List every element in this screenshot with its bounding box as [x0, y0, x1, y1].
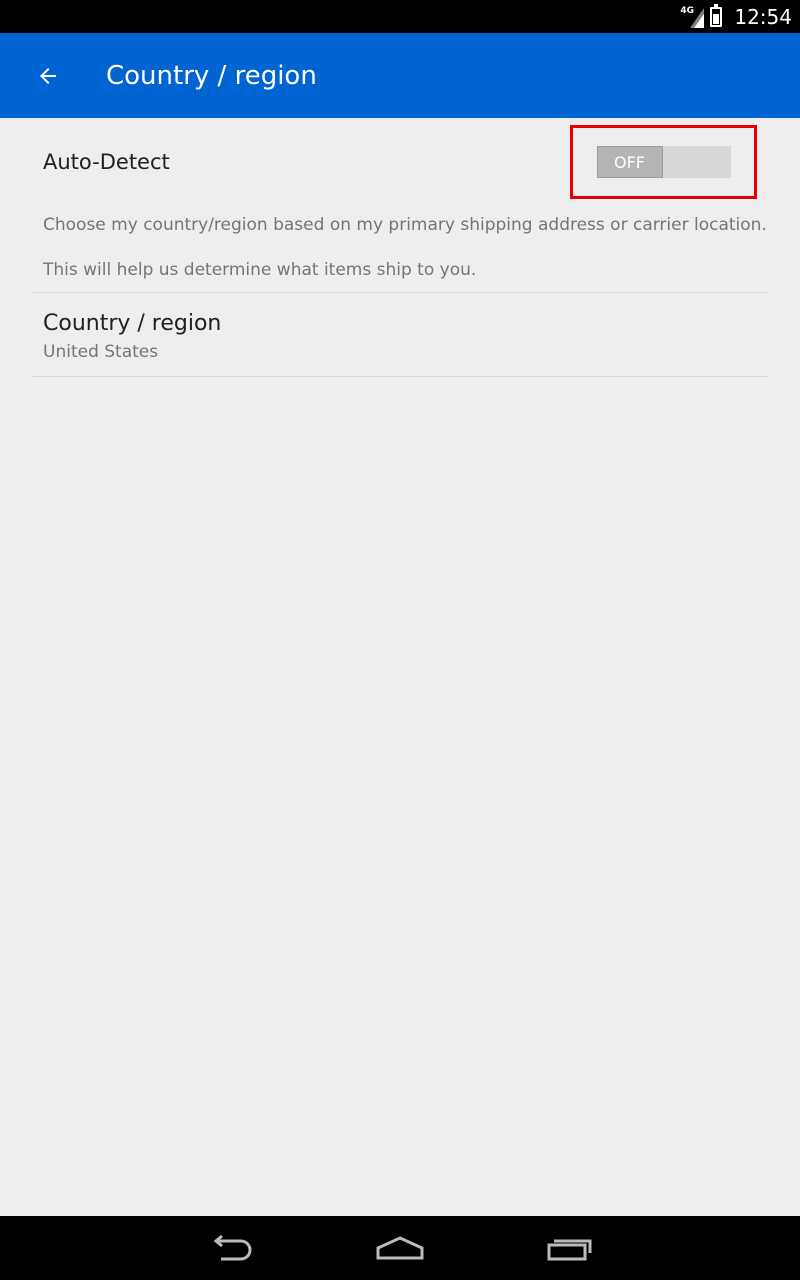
- arrow-back-icon: [40, 67, 56, 84]
- page-title: Country / region: [106, 60, 317, 91]
- status-bar: 4G 12:54: [0, 0, 800, 33]
- divider: [32, 376, 768, 377]
- description-line-1: Choose my country/region based on my pri…: [43, 215, 767, 235]
- home-nav-icon: [376, 1236, 424, 1260]
- auto-detect-label: Auto-Detect: [43, 150, 170, 174]
- back-button[interactable]: [0, 33, 96, 118]
- nav-back-button[interactable]: [200, 1228, 260, 1268]
- navigation-bar: [0, 1216, 800, 1280]
- toggle-thumb: OFF: [596, 146, 663, 178]
- nav-recents-button[interactable]: [540, 1228, 600, 1268]
- auto-detect-toggle[interactable]: OFF: [596, 146, 731, 178]
- back-nav-icon: [213, 1235, 252, 1261]
- clock: 12:54: [734, 4, 792, 29]
- settings-content: Auto-Detect OFF Choose my country/region…: [32, 118, 768, 377]
- signal-icon: 4G: [680, 6, 705, 28]
- auto-detect-description: Choose my country/region based on my pri…: [32, 214, 768, 282]
- country-region-title: Country / region: [43, 311, 222, 336]
- battery-icon: [710, 3, 723, 27]
- app-bar: Country / region: [0, 33, 800, 118]
- auto-detect-row: Auto-Detect OFF: [32, 118, 768, 206]
- country-region-value: United States: [43, 342, 159, 362]
- toggle-highlight-box: OFF: [570, 125, 757, 199]
- nav-home-button[interactable]: [370, 1228, 430, 1268]
- country-region-row[interactable]: Country / region United States: [32, 293, 768, 376]
- description-line-2: This will help us determine what items s…: [43, 260, 477, 280]
- recents-nav-icon: [547, 1239, 592, 1261]
